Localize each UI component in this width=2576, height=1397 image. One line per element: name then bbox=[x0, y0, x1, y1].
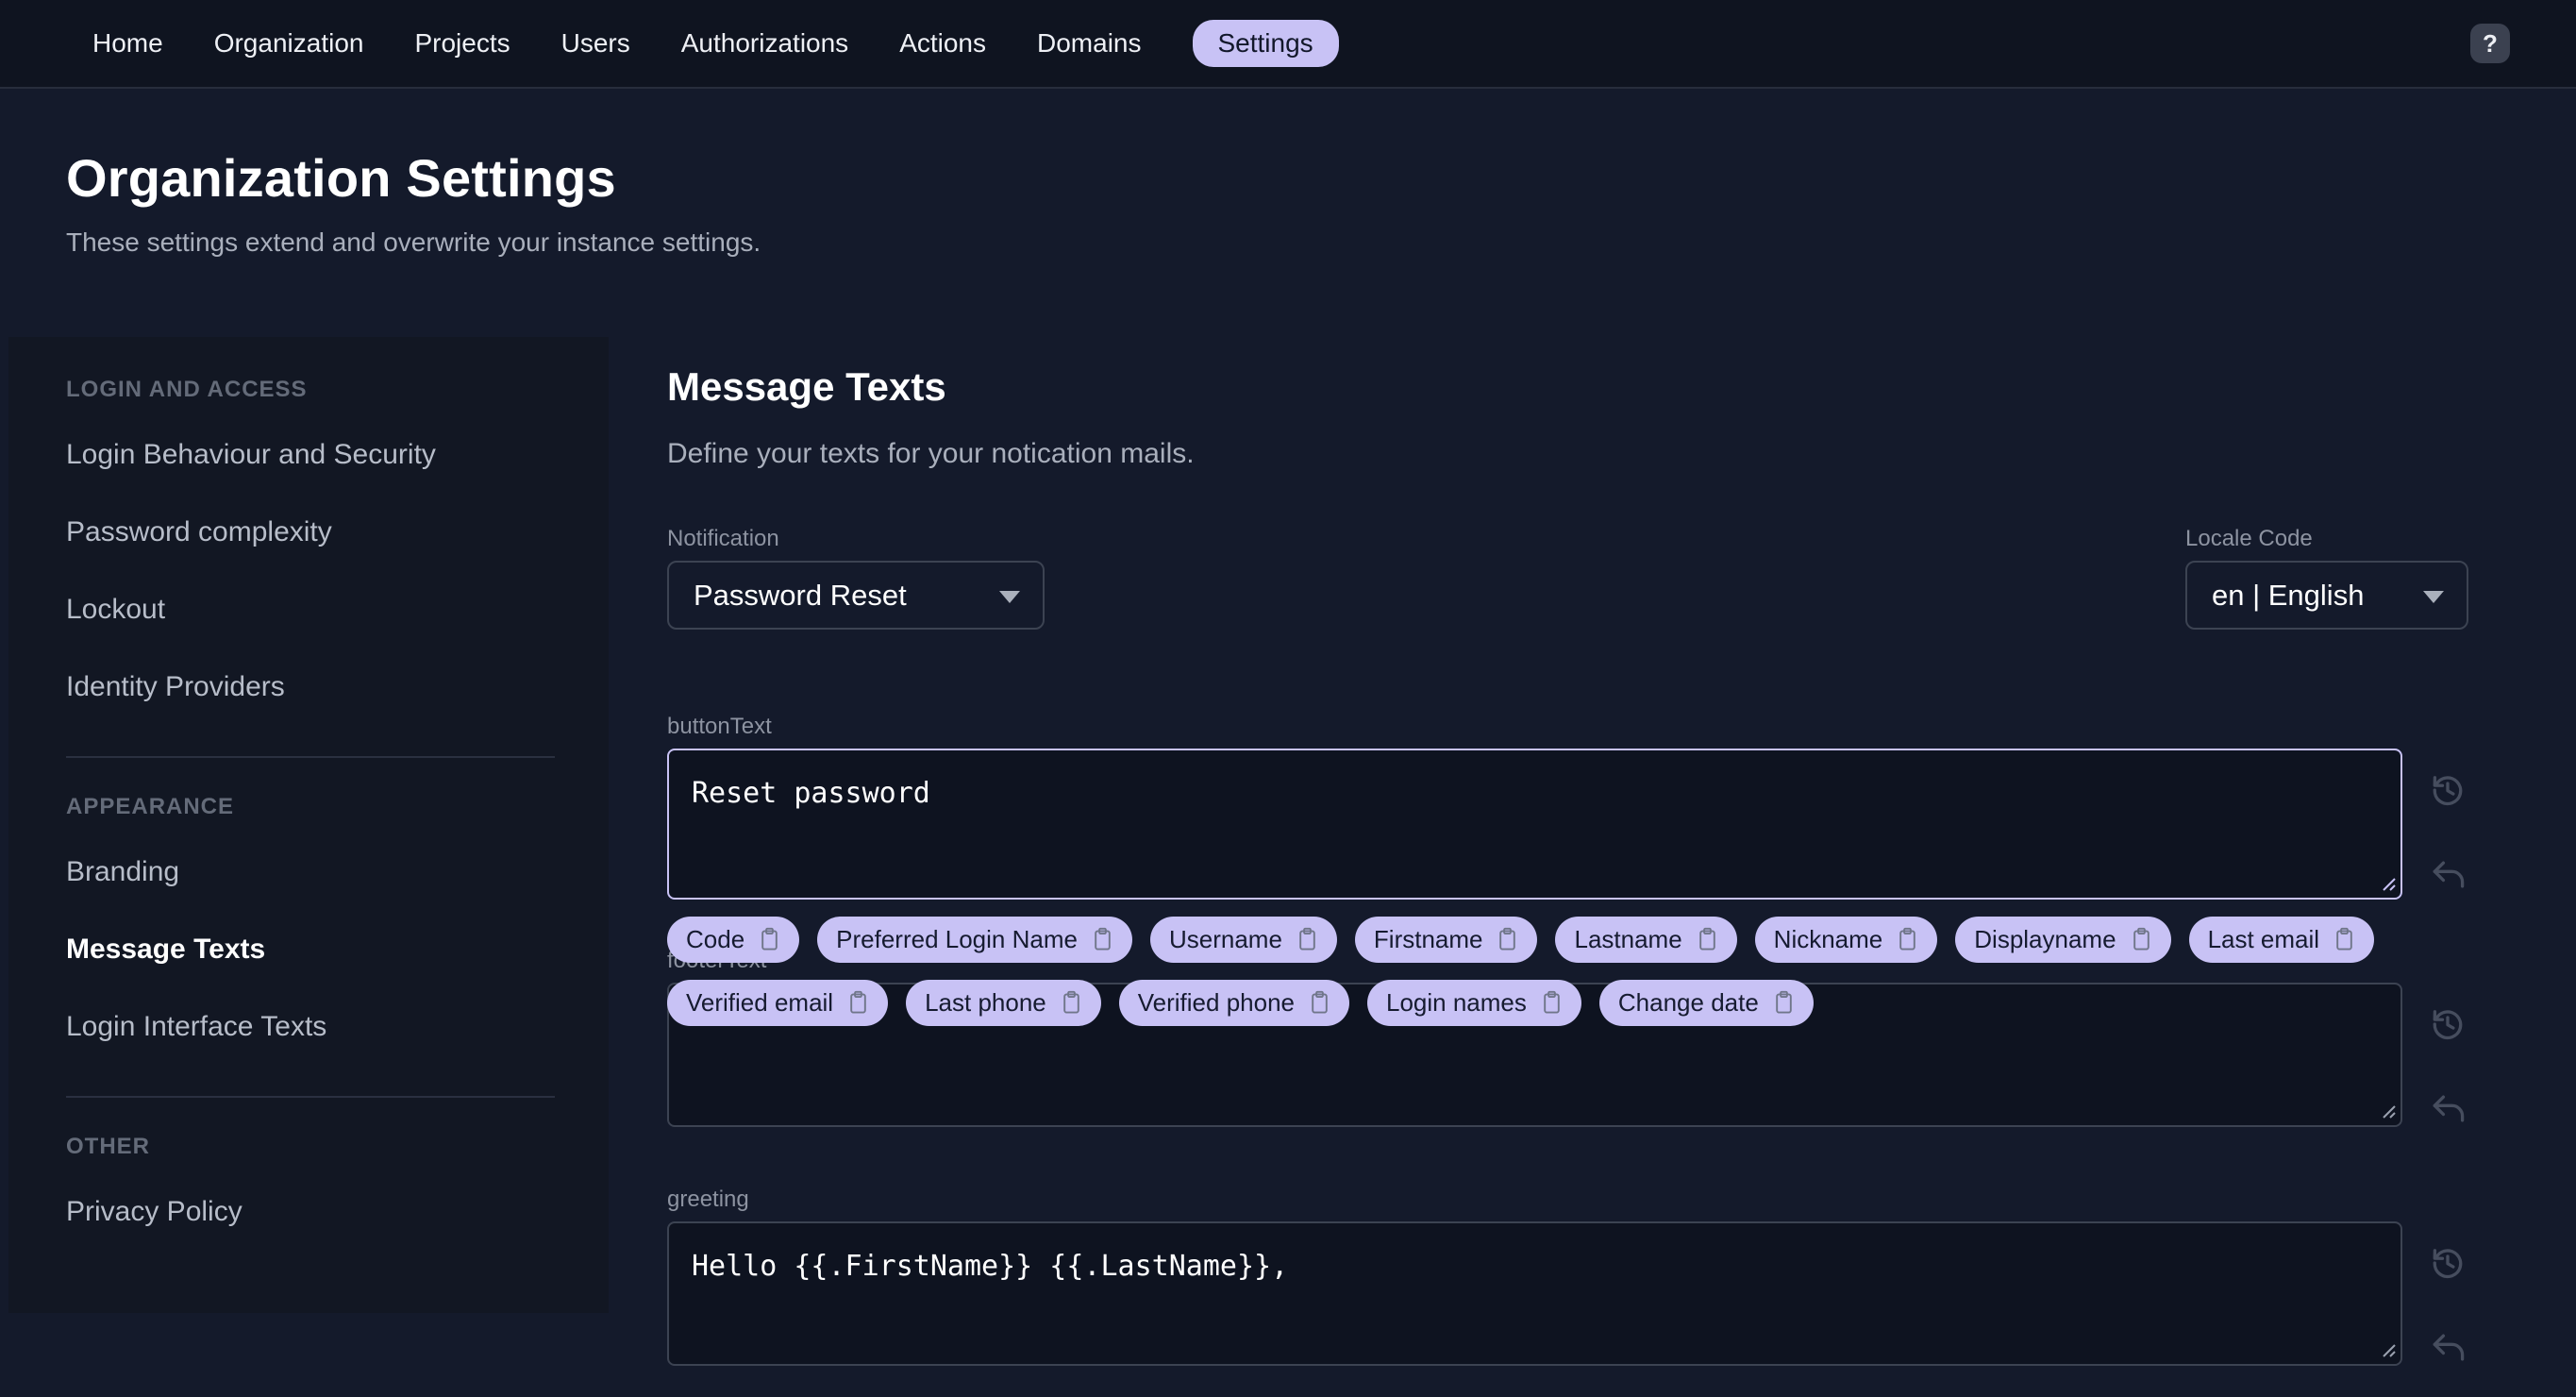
greeting-label: greeting bbox=[667, 1187, 749, 1212]
undo-icon[interactable] bbox=[2427, 854, 2468, 896]
clipboard-icon bbox=[1899, 927, 1916, 951]
chip-preferred-login-name[interactable]: Preferred Login Name bbox=[817, 917, 1132, 963]
chips-row-1: Code Preferred Login Name Username First… bbox=[667, 917, 2375, 963]
locale-select-value: en | English bbox=[2212, 578, 2365, 612]
content-area: LOGIN AND ACCESS Login Behaviour and Sec… bbox=[0, 337, 2576, 1369]
resize-grip-icon[interactable] bbox=[2376, 871, 2397, 892]
page-subtitle: These settings extend and overwrite your… bbox=[66, 227, 761, 257]
buttontext-field: buttonText bbox=[667, 713, 2468, 900]
sidebar-item-lockout[interactable]: Lockout bbox=[66, 596, 555, 624]
chips-row-2: Verified email Last phone Verified phone… bbox=[667, 980, 2374, 1026]
sidebar-item-message-texts[interactable]: Message Texts bbox=[66, 935, 555, 964]
page-header: Organization Settings These settings ext… bbox=[0, 89, 2576, 337]
chip-change-date[interactable]: Change date bbox=[1598, 980, 1814, 1026]
chevron-down-icon bbox=[999, 590, 1020, 603]
clipboard-icon bbox=[761, 927, 778, 951]
clipboard-icon bbox=[1776, 990, 1792, 1014]
notification-label: Notification bbox=[667, 526, 779, 551]
message-texts-panel: Message Texts Define your texts for your… bbox=[667, 337, 2468, 1369]
chip-displayname[interactable]: Displayname bbox=[1955, 917, 2171, 963]
chip-last-email[interactable]: Last email bbox=[2188, 917, 2375, 963]
greeting-actions bbox=[2427, 1221, 2468, 1369]
clipboard-icon bbox=[1499, 927, 1516, 951]
buttontext-label: buttonText bbox=[667, 714, 772, 739]
nav-item-domains[interactable]: Domains bbox=[1035, 21, 1143, 66]
chip-lastname[interactable]: Lastname bbox=[1555, 917, 1737, 963]
sidebar-item-password-complexity[interactable]: Password complexity bbox=[66, 518, 555, 547]
nav-item-home[interactable]: Home bbox=[91, 21, 165, 66]
notification-field: Notification Password Reset bbox=[667, 525, 1045, 630]
history-icon[interactable] bbox=[2427, 1003, 2468, 1045]
chip-verified-phone[interactable]: Verified phone bbox=[1118, 980, 1349, 1026]
clipboard-icon bbox=[1544, 990, 1560, 1014]
greeting-textarea[interactable] bbox=[667, 1221, 2402, 1366]
help-button[interactable]: ? bbox=[2470, 24, 2510, 63]
chip-last-phone[interactable]: Last phone bbox=[906, 980, 1101, 1026]
nav-item-actions[interactable]: Actions bbox=[897, 21, 988, 66]
chip-verified-email[interactable]: Verified email bbox=[667, 980, 889, 1026]
clipboard-icon bbox=[1312, 990, 1328, 1014]
nav-item-authorizations[interactable]: Authorizations bbox=[679, 21, 850, 66]
page-title: Organization Settings bbox=[66, 148, 616, 208]
nav-item-settings[interactable]: Settings bbox=[1192, 20, 1339, 67]
chip-code[interactable]: Code bbox=[667, 917, 800, 963]
resize-grip-icon[interactable] bbox=[2376, 1099, 2397, 1119]
footertext-actions bbox=[2427, 983, 2468, 1130]
notification-select-value: Password Reset bbox=[694, 578, 907, 612]
greeting-field: greeting bbox=[667, 1186, 2468, 1369]
placeholder-chips: Code Preferred Login Name Username First… bbox=[667, 917, 2375, 1026]
sidebar-section-other: OTHER bbox=[66, 1134, 150, 1159]
sidebar-section-appearance: APPEARANCE bbox=[66, 794, 235, 819]
nav-items: Home Organization Projects Users Authori… bbox=[91, 20, 2470, 67]
nav-item-organization[interactable]: Organization bbox=[212, 21, 366, 66]
history-icon[interactable] bbox=[2427, 769, 2468, 811]
clipboard-icon bbox=[1698, 927, 1715, 951]
clipboard-icon bbox=[1095, 927, 1111, 951]
selects-row: Notification Password Reset Locale Code … bbox=[667, 525, 2468, 630]
sidebar-item-login-behaviour[interactable]: Login Behaviour and Security bbox=[66, 441, 555, 469]
undo-icon[interactable] bbox=[2427, 1088, 2468, 1130]
sidebar-divider bbox=[66, 756, 555, 758]
chip-username[interactable]: Username bbox=[1149, 917, 1337, 963]
buttontext-actions bbox=[2427, 749, 2468, 896]
history-icon[interactable] bbox=[2427, 1242, 2468, 1284]
sidebar-item-identity-providers[interactable]: Identity Providers bbox=[66, 673, 555, 701]
buttontext-textarea[interactable] bbox=[667, 749, 2402, 900]
sidebar-item-branding[interactable]: Branding bbox=[66, 858, 555, 886]
top-navigation: Home Organization Projects Users Authori… bbox=[0, 0, 2576, 89]
nav-item-projects[interactable]: Projects bbox=[412, 21, 511, 66]
locale-label: Locale Code bbox=[2185, 526, 2313, 551]
sidebar-section-login-and-access: LOGIN AND ACCESS bbox=[66, 377, 308, 402]
sidebar-item-login-interface-texts[interactable]: Login Interface Texts bbox=[66, 1013, 555, 1041]
sidebar-item-privacy-policy[interactable]: Privacy Policy bbox=[66, 1198, 555, 1226]
clipboard-icon bbox=[850, 990, 866, 1014]
clipboard-icon bbox=[2336, 927, 2352, 951]
nav-item-users[interactable]: Users bbox=[560, 21, 632, 66]
chevron-down-icon bbox=[2423, 590, 2444, 603]
chip-firstname[interactable]: Firstname bbox=[1354, 917, 1538, 963]
clipboard-icon bbox=[1062, 990, 1079, 1014]
section-subtitle: Define your texts for your notication ma… bbox=[667, 438, 1195, 469]
sidebar-divider bbox=[66, 1096, 555, 1098]
resize-grip-icon[interactable] bbox=[2376, 1338, 2397, 1358]
settings-sidebar: LOGIN AND ACCESS Login Behaviour and Sec… bbox=[8, 337, 609, 1313]
chip-nickname[interactable]: Nickname bbox=[1754, 917, 1938, 963]
locale-field: Locale Code en | English bbox=[2185, 525, 2468, 630]
undo-icon[interactable] bbox=[2427, 1327, 2468, 1369]
notification-select[interactable]: Password Reset bbox=[667, 561, 1045, 630]
clipboard-icon bbox=[2133, 927, 2149, 951]
chip-login-names[interactable]: Login names bbox=[1367, 980, 1581, 1026]
clipboard-icon bbox=[1299, 927, 1315, 951]
locale-select[interactable]: en | English bbox=[2185, 561, 2468, 630]
section-title: Message Texts bbox=[667, 364, 946, 409]
